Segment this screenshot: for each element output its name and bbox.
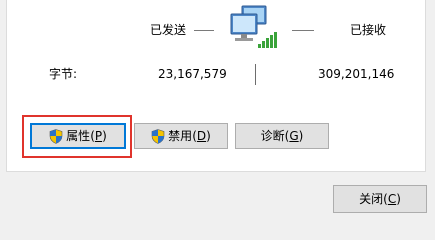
uac-shield-icon bbox=[151, 128, 165, 144]
diagnose-button[interactable]: 诊断(G) bbox=[235, 123, 329, 149]
received-label: 已接收 bbox=[350, 23, 387, 37]
properties-accelerator: P bbox=[94, 129, 103, 143]
properties-paren-close: ) bbox=[102, 129, 107, 143]
network-activity-icon bbox=[230, 5, 277, 48]
properties-button[interactable]: 属性(P) bbox=[30, 123, 126, 149]
close-button-label: 关闭 bbox=[359, 192, 384, 206]
disable-accelerator: D bbox=[196, 129, 207, 143]
close-paren-close: ) bbox=[396, 192, 401, 206]
sent-label: 已发送 bbox=[150, 23, 187, 37]
diagnose-paren-close: ) bbox=[298, 129, 304, 143]
bytes-label: 字节: bbox=[49, 67, 78, 81]
properties-button-label: 属性 bbox=[66, 129, 91, 143]
sent-dash bbox=[194, 30, 214, 31]
received-dash bbox=[292, 30, 314, 31]
diagnose-accelerator: G bbox=[289, 129, 299, 143]
network-status-dialog: 已发送 已接收 字节: 23,167,579 309,201,146 属性(P) bbox=[0, 0, 435, 230]
close-button[interactable]: 关闭(C) bbox=[333, 185, 427, 213]
uac-shield-icon bbox=[49, 128, 63, 144]
stats-divider bbox=[255, 64, 256, 85]
diagnose-button-label: 诊断 bbox=[260, 129, 285, 143]
disable-paren-close: ) bbox=[206, 129, 211, 143]
bytes-sent-value: 23,167,579 bbox=[158, 67, 227, 81]
disable-button[interactable]: 禁用(D) bbox=[134, 123, 228, 149]
close-accelerator: C bbox=[387, 192, 397, 206]
disable-button-label: 禁用 bbox=[168, 129, 193, 143]
bytes-received-value: 309,201,146 bbox=[318, 67, 395, 81]
